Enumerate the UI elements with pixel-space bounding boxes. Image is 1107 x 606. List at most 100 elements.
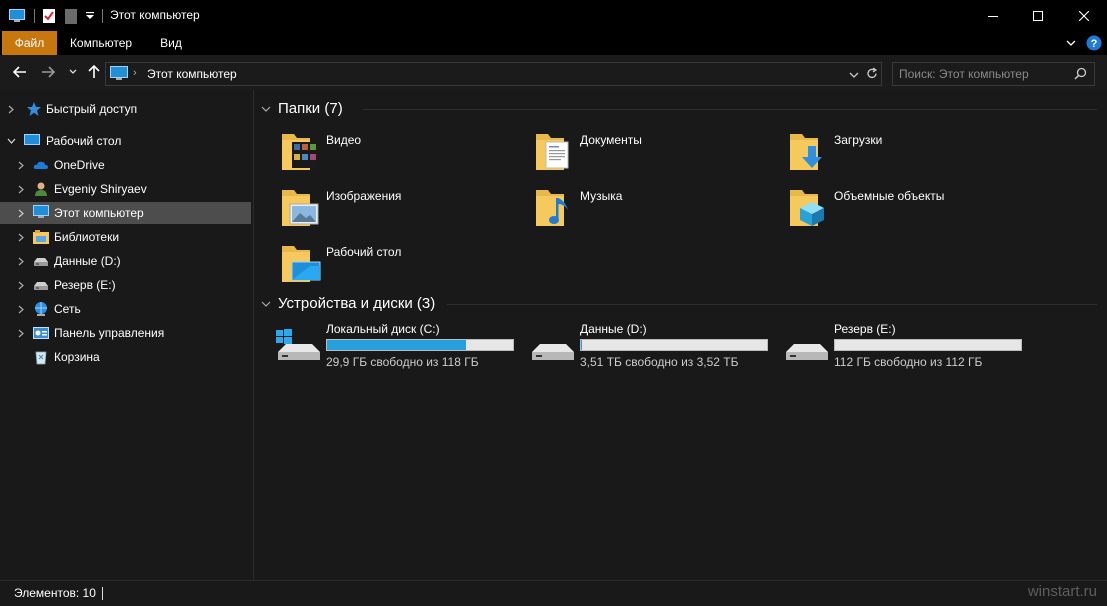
chevron-right-icon[interactable] bbox=[16, 280, 26, 290]
recent-locations-icon[interactable] bbox=[66, 63, 80, 81]
window-title: Этот компьютер bbox=[110, 8, 200, 22]
close-button[interactable] bbox=[1061, 0, 1107, 31]
properties-icon[interactable] bbox=[40, 7, 58, 25]
breadcrumb-current[interactable]: Этот компьютер bbox=[147, 67, 237, 81]
forward-button[interactable] bbox=[38, 63, 58, 81]
separator bbox=[100, 7, 104, 25]
group-divider bbox=[447, 304, 1097, 305]
drive-icon bbox=[786, 344, 828, 360]
nav-item-quick-access[interactable]: Быстрый доступ bbox=[0, 98, 251, 120]
libraries-icon bbox=[33, 229, 49, 245]
drive-label: Локальный диск (C:) bbox=[326, 322, 440, 336]
chevron-right-icon[interactable] bbox=[16, 184, 26, 194]
tab-computer[interactable]: Компьютер bbox=[62, 31, 140, 55]
chevron-right-icon[interactable] bbox=[16, 232, 26, 242]
drive-label: Резерв (E:) bbox=[834, 322, 896, 336]
chevron-right-icon[interactable] bbox=[16, 304, 26, 314]
nav-item-network[interactable]: Сеть bbox=[0, 298, 251, 320]
nav-item-label: Библиотеки bbox=[54, 230, 120, 244]
music-folder-icon bbox=[536, 190, 568, 226]
up-button[interactable] bbox=[85, 63, 103, 81]
folder-documents[interactable]: Документы bbox=[534, 130, 784, 180]
new-folder-icon[interactable] bbox=[63, 7, 79, 25]
refresh-icon[interactable] bbox=[866, 67, 878, 83]
drive-e[interactable]: Резерв (E:) 112 ГБ свободно из 112 ГБ bbox=[784, 322, 1034, 372]
help-icon[interactable]: ? bbox=[1085, 31, 1103, 55]
3d-objects-folder-icon bbox=[790, 190, 824, 226]
chevron-right-icon[interactable] bbox=[16, 328, 26, 338]
folder-video[interactable]: Видео bbox=[280, 130, 530, 180]
chevron-right-icon[interactable] bbox=[16, 160, 26, 170]
nav-item-label: Резерв (E:) bbox=[54, 278, 116, 292]
folder-pictures[interactable]: Изображения bbox=[280, 186, 530, 236]
nav-item-label: Данные (D:) bbox=[54, 254, 121, 268]
chevron-right-icon[interactable] bbox=[16, 256, 26, 266]
drive-usage-bar bbox=[326, 339, 514, 351]
control-panel-icon bbox=[33, 325, 49, 341]
back-button[interactable] bbox=[10, 63, 30, 81]
folder-label: Загрузки bbox=[834, 133, 883, 147]
folder-music[interactable]: Музыка bbox=[534, 186, 784, 236]
nav-item-user[interactable]: Evgeniy Shiryaev bbox=[0, 178, 251, 200]
nav-item-onedrive[interactable]: OneDrive bbox=[0, 154, 251, 176]
chevron-right-icon[interactable] bbox=[6, 104, 16, 114]
nav-item-desktop[interactable]: Рабочий стол bbox=[0, 130, 251, 152]
tab-file[interactable]: Файл bbox=[2, 31, 57, 55]
folder-label: Изображения bbox=[326, 189, 402, 203]
search-box[interactable] bbox=[892, 62, 1095, 86]
items-count: Элементов: 10 bbox=[14, 586, 96, 600]
maximize-button[interactable] bbox=[1015, 0, 1061, 31]
chevron-down-icon[interactable] bbox=[260, 298, 272, 310]
address-dropdown-icon[interactable] bbox=[849, 68, 859, 82]
chevron-down-icon[interactable] bbox=[260, 103, 272, 115]
group-header-drives[interactable]: Устройства и диски (3) bbox=[260, 295, 435, 312]
expand-ribbon-icon[interactable] bbox=[1062, 31, 1080, 55]
pictures-folder-icon bbox=[282, 190, 319, 226]
nav-item-drive-d[interactable]: Данные (D:) bbox=[0, 250, 251, 272]
title-bar: Этот компьютер bbox=[0, 0, 1107, 31]
drive-icon bbox=[532, 344, 574, 360]
svg-text:?: ? bbox=[1091, 38, 1098, 50]
desktop-icon bbox=[24, 133, 40, 149]
chevron-down-icon[interactable] bbox=[6, 136, 16, 146]
folder-desktop[interactable]: Рабочий стол bbox=[280, 242, 530, 292]
computer-icon bbox=[33, 205, 49, 221]
drive-icon bbox=[33, 277, 49, 293]
downloads-folder-icon bbox=[790, 134, 822, 170]
group-header-label: Папки (7) bbox=[278, 100, 343, 117]
nav-item-drive-e[interactable]: Резерв (E:) bbox=[0, 274, 251, 296]
drive-c[interactable]: Локальный диск (C:) 29,9 ГБ свободно из … bbox=[276, 322, 526, 372]
computer-icon bbox=[8, 7, 26, 25]
search-icon[interactable] bbox=[1074, 67, 1087, 83]
recycle-bin-icon bbox=[33, 349, 49, 365]
group-header-label: Устройства и диски (3) bbox=[278, 295, 436, 312]
nav-item-label: Быстрый доступ bbox=[46, 102, 138, 116]
navigation-bar: › Этот компьютер bbox=[0, 55, 1107, 90]
drive-usage-fill bbox=[581, 340, 582, 350]
customize-quick-access-icon[interactable] bbox=[84, 7, 96, 25]
nav-item-label: Этот компьютер bbox=[54, 206, 144, 220]
folder-3d-objects[interactable]: Объемные объекты bbox=[788, 186, 1038, 236]
folder-downloads[interactable]: Загрузки bbox=[788, 130, 1038, 180]
status-bar: Элементов: 10 winstart.ru bbox=[0, 580, 1107, 606]
desktop-folder-icon bbox=[282, 246, 321, 282]
address-bar[interactable]: › Этот компьютер bbox=[105, 62, 882, 86]
minimize-button[interactable] bbox=[970, 0, 1016, 31]
user-icon bbox=[33, 181, 49, 197]
nav-item-control-panel[interactable]: Панель управления bbox=[0, 322, 251, 344]
nav-item-this-pc[interactable]: Этот компьютер bbox=[0, 202, 251, 224]
tab-view[interactable]: Вид bbox=[150, 31, 192, 55]
onedrive-icon bbox=[33, 157, 49, 173]
group-header-folders[interactable]: Папки (7) bbox=[260, 100, 343, 117]
drive-d[interactable]: Данные (D:) 3,51 ТБ свободно из 3,52 ТБ bbox=[530, 322, 780, 372]
search-input[interactable] bbox=[899, 66, 1069, 82]
drive-free-space: 29,9 ГБ свободно из 118 ГБ bbox=[326, 355, 479, 369]
drive-usage-bar bbox=[834, 339, 1022, 351]
content-pane: Папки (7) Видео Документы Загрузки Изобр… bbox=[254, 90, 1107, 580]
nav-item-recycle-bin[interactable]: Корзина bbox=[0, 346, 251, 368]
chevron-right-icon[interactable] bbox=[16, 208, 26, 218]
drive-free-space: 3,51 ТБ свободно из 3,52 ТБ bbox=[580, 355, 739, 369]
folder-label: Музыка bbox=[580, 189, 623, 203]
nav-item-libraries[interactable]: Библиотеки bbox=[0, 226, 251, 248]
drive-usage-fill bbox=[327, 340, 466, 350]
